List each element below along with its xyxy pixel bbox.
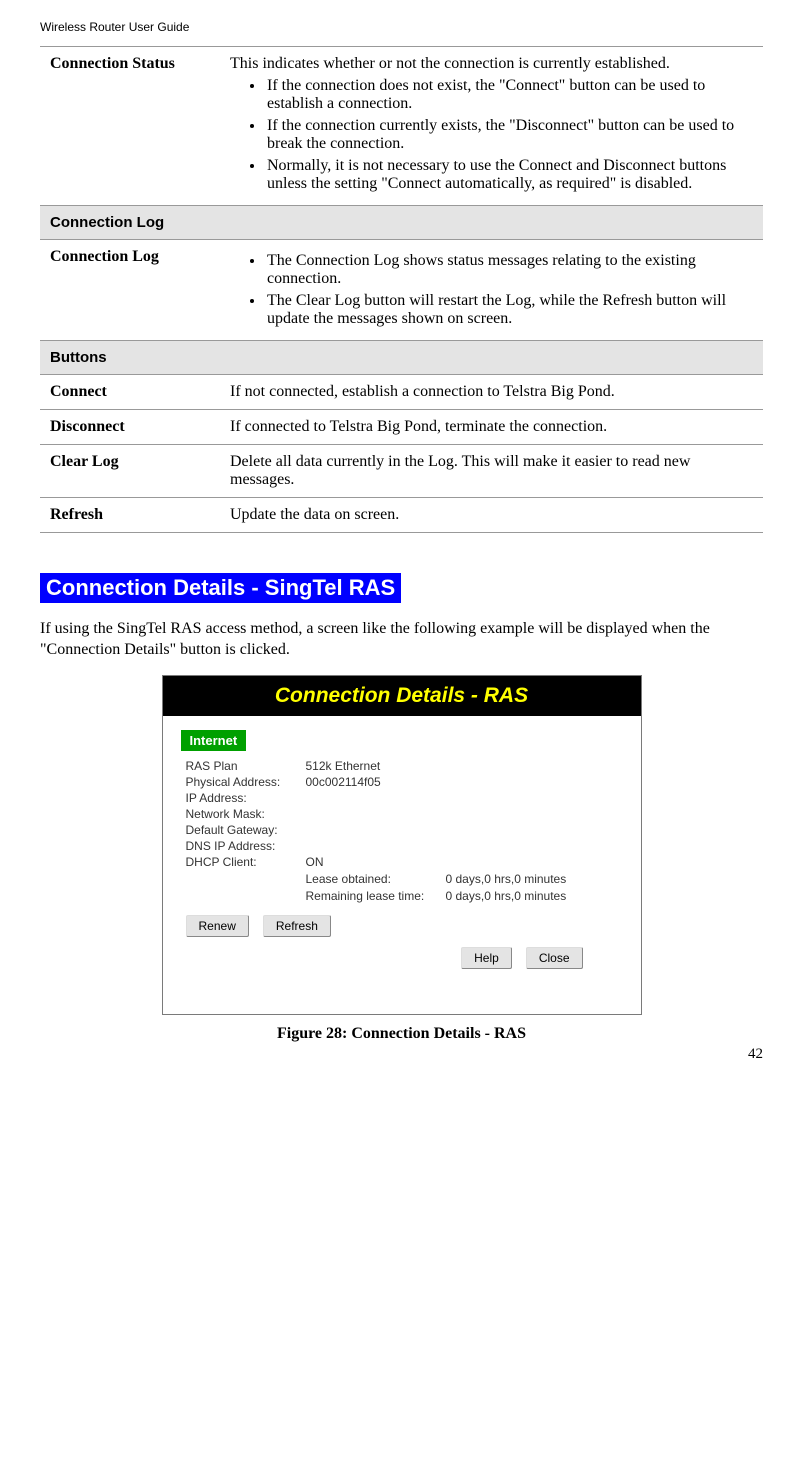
detail-row-netmask: Network Mask: [186, 807, 623, 821]
sub-label: Remaining lease time: [306, 889, 446, 903]
row-label-connection-log: Connection Log [40, 240, 220, 341]
table-row: Clear Log Delete all data currently in t… [40, 445, 763, 498]
detail-value [306, 823, 623, 837]
detail-label: Physical Address: [186, 775, 306, 789]
section-header-buttons: Buttons [40, 341, 763, 375]
button-row-1: Renew Refresh [181, 915, 623, 937]
row-desc-disconnect: If connected to Telstra Big Pond, termin… [220, 410, 763, 445]
refresh-button[interactable]: Refresh [263, 915, 331, 937]
list-item: The Clear Log button will restart the Lo… [265, 292, 753, 328]
detail-row-dhcp: DHCP Client: ON [186, 855, 623, 869]
body-paragraph: If using the SingTel RAS access method, … [40, 619, 763, 661]
detail-value: ON [306, 855, 623, 869]
detail-label: Default Gateway: [186, 823, 306, 837]
table-row: Disconnect If connected to Telstra Big P… [40, 410, 763, 445]
row-desc-refresh: Update the data on screen. [220, 498, 763, 533]
sub-value: 0 days,0 hrs,0 minutes [446, 872, 567, 886]
table-row: Connection Status This indicates whether… [40, 47, 763, 206]
row-desc-connect: If not connected, establish a connection… [220, 375, 763, 410]
list-item: Normally, it is not necessary to use the… [265, 157, 753, 193]
row-desc-connection-status: This indicates whether or not the connec… [220, 47, 763, 206]
table-row: Refresh Update the data on screen. [40, 498, 763, 533]
figure-caption: Figure 28: Connection Details - RAS [40, 1025, 763, 1043]
close-button[interactable]: Close [526, 947, 583, 969]
detail-value: 512k Ethernet [306, 759, 623, 773]
page-header: Wireless Router User Guide [40, 20, 763, 34]
figure-screenshot: Connection Details - RAS Internet RAS Pl… [162, 675, 642, 1015]
row-label-connect: Connect [40, 375, 220, 410]
detail-value: 00c002114f05 [306, 775, 623, 789]
section-heading-singtel: Connection Details - SingTel RAS [40, 573, 401, 603]
row-label-refresh: Refresh [40, 498, 220, 533]
detail-row-ip-address: IP Address: [186, 791, 623, 805]
detail-label: IP Address: [186, 791, 306, 805]
detail-row-physical-address: Physical Address: 00c002114f05 [186, 775, 623, 789]
sub-label: Lease obtained: [306, 872, 446, 886]
detail-label: DNS IP Address: [186, 839, 306, 853]
row-desc-clear-log: Delete all data currently in the Log. Th… [220, 445, 763, 498]
section-header-connection-log: Connection Log [40, 206, 763, 240]
renew-button[interactable]: Renew [186, 915, 249, 937]
row-label-clear-log: Clear Log [40, 445, 220, 498]
row-desc-connection-log: The Connection Log shows status messages… [220, 240, 763, 341]
detail-value [306, 839, 623, 853]
detail-value [306, 807, 623, 821]
button-row-2: Help Close [181, 947, 623, 969]
bullet-list: If the connection does not exist, the "C… [265, 77, 753, 193]
text: This indicates whether or not the connec… [230, 55, 753, 73]
help-button[interactable]: Help [461, 947, 512, 969]
figure-title-bar: Connection Details - RAS [163, 676, 641, 716]
detail-row-gateway: Default Gateway: [186, 823, 623, 837]
definition-table: Connection Status This indicates whether… [40, 46, 763, 533]
bullet-list: The Connection Log shows status messages… [265, 252, 753, 328]
sub-row-lease-obtained: Lease obtained: 0 days,0 hrs,0 minutes [306, 872, 623, 886]
table-row: Connection Log The Connection Log shows … [40, 240, 763, 341]
detail-label: Network Mask: [186, 807, 306, 821]
detail-row-dns: DNS IP Address: [186, 839, 623, 853]
detail-value [306, 791, 623, 805]
page-number: 42 [748, 1046, 763, 1063]
detail-label: DHCP Client: [186, 855, 306, 869]
list-item: The Connection Log shows status messages… [265, 252, 753, 288]
detail-row-ras-plan: RAS Plan 512k Ethernet [186, 759, 623, 773]
detail-label: RAS Plan [186, 759, 306, 773]
table-row: Connect If not connected, establish a co… [40, 375, 763, 410]
sub-row-lease-remaining: Remaining lease time: 0 days,0 hrs,0 min… [306, 889, 623, 903]
figure-inner: Internet RAS Plan 512k Ethernet Physical… [163, 716, 641, 969]
sub-value: 0 days,0 hrs,0 minutes [446, 889, 567, 903]
detail-grid: RAS Plan 512k Ethernet Physical Address:… [181, 759, 623, 903]
section-heading-cell: Connection Log [40, 206, 763, 240]
section-heading-cell: Buttons [40, 341, 763, 375]
row-label-disconnect: Disconnect [40, 410, 220, 445]
list-item: If the connection does not exist, the "C… [265, 77, 753, 113]
list-item: If the connection currently exists, the … [265, 117, 753, 153]
row-label-connection-status: Connection Status [40, 47, 220, 206]
internet-badge: Internet [181, 730, 247, 751]
